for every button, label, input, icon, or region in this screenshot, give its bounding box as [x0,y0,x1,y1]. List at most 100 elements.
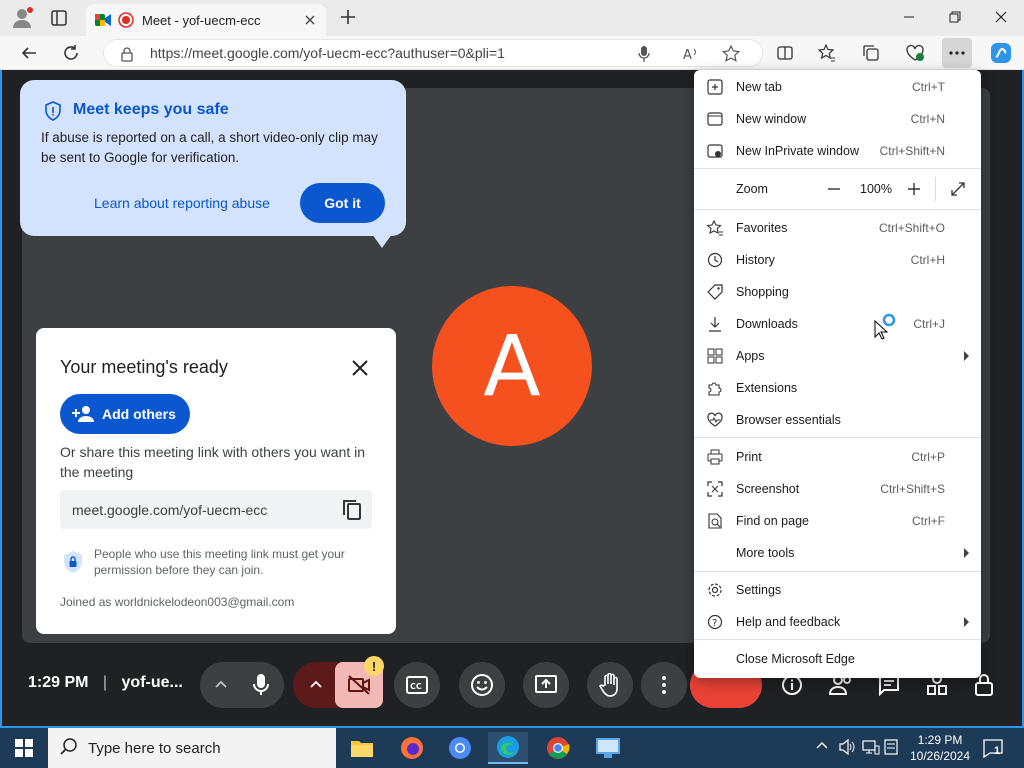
present-button[interactable] [523,662,569,708]
history-icon [707,252,723,268]
remote-desktop-icon[interactable] [588,732,628,764]
menu-label: Extensions [736,381,798,395]
lock-icon[interactable] [120,46,134,62]
microphone-permission-icon[interactable] [636,45,652,63]
taskbar-search-box[interactable]: Type here to search [48,728,336,768]
menu-separator [694,571,981,572]
menu-label: Shopping [736,285,789,299]
shopping-tag-icon [707,284,723,300]
copilot-icon[interactable] [986,38,1016,68]
zoom-in-icon[interactable] [906,181,922,197]
add-person-icon [72,405,94,423]
menu-shopping[interactable]: Shopping [694,276,981,308]
menu-separator [694,209,981,210]
restore-button[interactable] [932,0,978,34]
gear-icon [707,582,723,598]
firefox-icon[interactable] [392,732,432,764]
start-windows-icon[interactable] [4,732,44,764]
tab-meet[interactable]: Meet - yof-uecm-ecc [86,4,326,36]
microphone-control[interactable] [200,662,284,708]
menu-label: New window [736,112,807,126]
menu-more-tools[interactable]: More tools [694,537,981,569]
hand-icon [599,673,618,697]
menu-new-window[interactable]: New window Ctrl+N [694,103,981,135]
captions-icon: CC [406,676,428,694]
notifications-icon[interactable]: 1 [982,737,1004,759]
favorites-icon[interactable] [812,38,842,68]
new-window-icon [707,111,723,127]
menu-screenshot[interactable]: Screenshot Ctrl+Shift+S [694,473,981,505]
fullscreen-icon[interactable] [950,181,966,197]
captions-button[interactable]: CC [394,662,440,708]
profile-icon[interactable] [10,6,34,30]
menu-new-inprivate-window[interactable]: New InPrivate window Ctrl+Shift+N [694,135,981,167]
menu-shortcut: Ctrl+J [913,317,945,331]
menu-shortcut: Ctrl+P [911,450,945,464]
close-window-button[interactable] [978,0,1024,34]
address-bar[interactable]: https://meet.google.com/yof-uecm-ecc?aut… [103,39,763,67]
raise-hand-button[interactable] [587,662,633,708]
menu-shortcut: Ctrl+H [910,253,945,267]
collections-icon[interactable] [856,38,886,68]
got-it-button[interactable]: Got it [300,183,385,223]
url-text: https://meet.google.com/yof-uecm-ecc?aut… [150,45,505,61]
add-others-button[interactable]: Add others [60,394,190,434]
apps-icon [707,348,723,364]
refresh-button[interactable] [56,38,86,68]
network-icon[interactable] [862,738,880,756]
chevron-up-icon[interactable] [309,679,323,689]
edge-taskbar-icon[interactable] [488,732,528,764]
menu-label: New InPrivate window [736,144,859,158]
reactions-button[interactable] [459,662,505,708]
more-options-button[interactable] [641,662,687,708]
menu-apps[interactable]: Apps [694,340,981,372]
menu-history[interactable]: History Ctrl+H [694,244,981,276]
close-icon[interactable] [348,356,372,380]
back-button[interactable] [14,38,44,68]
shield-icon [43,101,63,121]
menu-browser-essentials[interactable]: Browser essentials [694,404,981,436]
tab-actions-icon[interactable] [50,9,68,27]
menu-label: New tab [736,80,782,94]
menu-print[interactable]: Print Ctrl+P [694,441,981,473]
menu-label: More tools [736,546,795,560]
settings-and-more-button[interactable] [942,38,972,68]
keyboard-icon[interactable] [884,738,898,756]
permission-text: People who use this meeting link must ge… [94,547,345,577]
minimize-button[interactable] [886,0,932,34]
report-abuse-link[interactable]: Learn about reporting abuse [94,195,270,211]
safety-title: Meet keeps you safe [73,101,229,118]
menu-favorites[interactable]: Favorites Ctrl+Shift+O [694,212,981,244]
copy-icon[interactable] [340,498,364,522]
chrome-icon[interactable] [538,732,578,764]
chromium-icon[interactable] [440,732,480,764]
split-screen-icon[interactable] [770,38,800,68]
read-aloud-icon[interactable]: A [682,45,700,63]
menu-settings[interactable]: Settings [694,574,981,606]
browser-essentials-icon[interactable] [900,38,930,68]
meeting-link-box[interactable]: meet.google.com/yof-uecm-ecc [60,490,372,529]
file-explorer-icon[interactable] [342,732,382,764]
taskbar-clock[interactable]: 1:29 PM 10/26/2024 [900,732,980,764]
menu-new-tab[interactable]: New tab Ctrl+T [694,71,981,103]
notification-count: 1 [994,745,1001,757]
menu-extensions[interactable]: Extensions [694,372,981,404]
shield-lock-icon [62,550,84,574]
menu-find-on-page[interactable]: Find on page Ctrl+F [694,505,981,537]
chevron-up-icon[interactable] [214,679,228,689]
download-icon [707,316,723,332]
favorite-star-icon[interactable] [722,45,740,63]
menu-close-edge[interactable]: Close Microsoft Edge [694,643,981,675]
zoom-out-icon[interactable] [826,181,842,197]
meeting-code: yof-ue... [121,674,183,691]
browser-toolbar: https://meet.google.com/yof-uecm-ecc?aut… [0,36,1024,70]
menu-help-and-feedback[interactable]: ? Help and feedback [694,606,981,638]
microphone-icon[interactable] [252,673,270,697]
new-tab-icon[interactable] [338,7,358,27]
chevron-up-icon[interactable] [816,740,828,750]
menu-downloads[interactable]: Downloads Ctrl+J [694,308,981,340]
menu-shortcut: Ctrl+N [910,112,945,126]
close-tab-icon[interactable] [302,12,318,28]
more-vert-icon [662,676,666,694]
volume-icon[interactable] [838,738,856,756]
